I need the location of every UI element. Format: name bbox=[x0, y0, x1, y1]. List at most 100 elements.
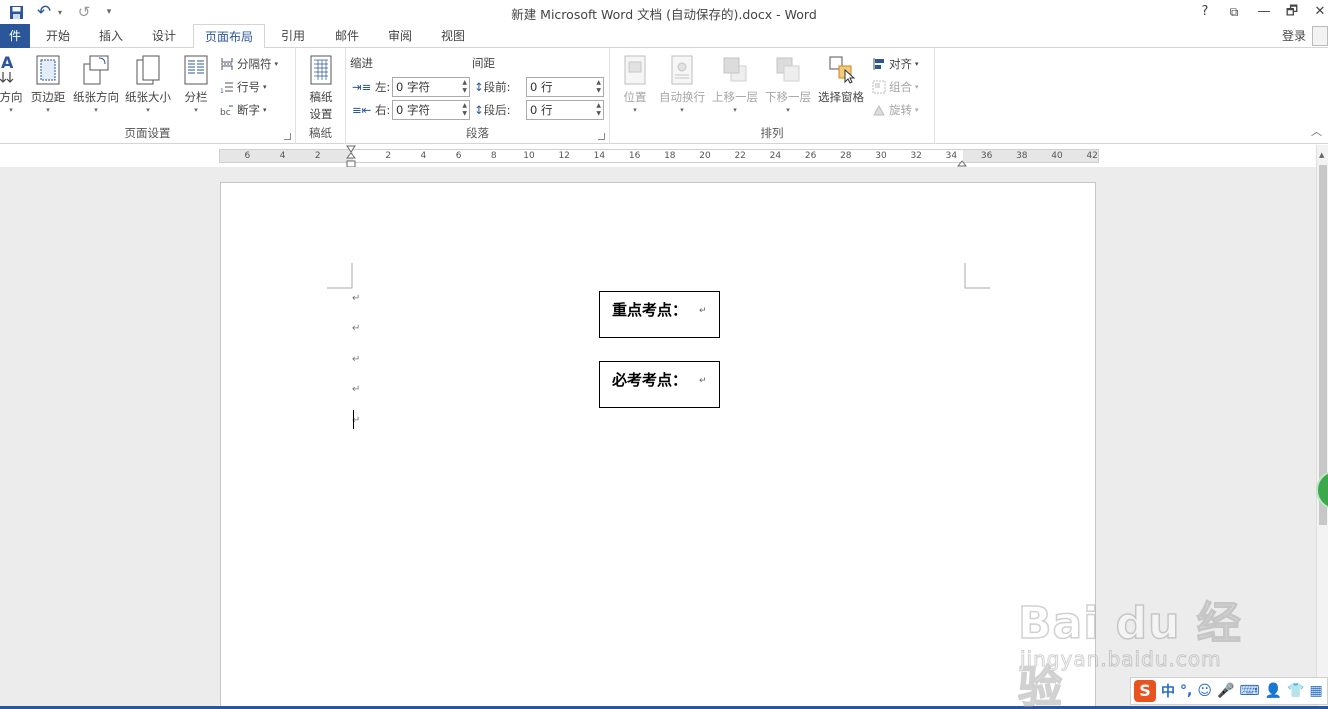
wrap-text-icon bbox=[668, 54, 696, 86]
margins-button[interactable]: 页边距 ▾ bbox=[28, 54, 68, 114]
ruler-tick-label: 32 bbox=[910, 151, 922, 161]
align-button[interactable]: 对齐 ▾ bbox=[872, 56, 919, 72]
svg-text:A: A bbox=[1, 54, 14, 72]
ruler-tick-label: 10 bbox=[523, 151, 535, 161]
scrollbar-thumb[interactable] bbox=[1319, 165, 1327, 525]
send-backward-button[interactable]: 下移一层 ▾ bbox=[762, 54, 814, 114]
breaks-button[interactable]: 分隔符 ▾ bbox=[220, 56, 278, 72]
group-manuscript: 稿纸 设置 稿纸 bbox=[296, 48, 346, 144]
ruler-tick-label: 12 bbox=[558, 151, 570, 161]
ime-skin-icon[interactable]: 👕 bbox=[1287, 683, 1304, 699]
wrap-text-button[interactable]: 自动换行 ▾ bbox=[656, 54, 708, 114]
group-label-paragraph: 段落 bbox=[466, 126, 489, 140]
indent-left-spinner-icon[interactable]: ▲ ▼ bbox=[462, 79, 467, 95]
ruler-tick-label: 4 bbox=[420, 151, 427, 161]
ime-keyboard-icon[interactable]: ⌨ bbox=[1239, 683, 1259, 699]
orientation-button[interactable]: 纸张方向 ▾ bbox=[72, 54, 120, 114]
tab-file[interactable]: 件 bbox=[0, 24, 30, 48]
ribbon-display-options-icon[interactable]: ⧉ bbox=[1222, 2, 1246, 22]
bring-forward-button[interactable]: 上移一层 ▾ bbox=[710, 54, 760, 114]
scroll-up-icon[interactable]: ▲ bbox=[1319, 151, 1324, 159]
tab-home[interactable]: 开始 bbox=[38, 24, 78, 48]
top-right-margin-corner bbox=[964, 263, 990, 289]
textbox-must-test-points-text[interactable]: 必考考点： bbox=[612, 369, 687, 390]
group-objects-button[interactable]: 组合 ▾ bbox=[872, 79, 919, 95]
sogou-logo-icon[interactable]: S bbox=[1134, 680, 1156, 702]
paragraph-mark: ↵ bbox=[699, 376, 707, 386]
spacing-after-input[interactable]: 0 行 ▲ ▼ bbox=[526, 100, 604, 120]
ime-punctuation-icon[interactable]: °, bbox=[1180, 683, 1192, 699]
spacing-after-spinner-icon[interactable]: ▲ ▼ bbox=[596, 102, 601, 118]
document-page[interactable]: ↵ ↵ ↵ ↵ ↵ 重点考点： ↵ 必考考点： ↵ bbox=[220, 182, 1096, 706]
line-numbers-icon: 1 bbox=[220, 80, 234, 95]
group-arrange: 位置 ▾ 自动换行 ▾ 上移一层 ▾ 下移一层 ▾ 选择窗格 对齐 ▾ 组合 ▾… bbox=[610, 48, 935, 144]
tab-references[interactable]: 引用 bbox=[272, 24, 314, 48]
svg-text:bc: bc bbox=[220, 108, 231, 117]
rotate-icon bbox=[872, 103, 886, 117]
ruler-area: 6 4 2 2 4 6 8 10 12 14 16 18 20 22 24 26 28 30 32 34 36 38 40 4… bbox=[0, 145, 1316, 168]
vertical-scrollbar[interactable]: ▲ bbox=[1316, 145, 1328, 706]
tab-mailings[interactable]: 邮件 bbox=[326, 24, 368, 48]
position-button[interactable]: 位置 ▾ bbox=[618, 54, 652, 114]
top-left-margin-corner bbox=[327, 263, 353, 289]
title-bar: ↶ ▾ ↺ ▾ 新建 Microsoft Word 文档 (自动保存的).doc… bbox=[0, 0, 1328, 24]
restore-button[interactable]: 🗗 bbox=[1280, 2, 1304, 22]
text-direction-button[interactable]: A 方向 ▾ bbox=[0, 53, 26, 114]
watermark-url: jingyan.baidu.com bbox=[1020, 647, 1222, 672]
textbox-key-points[interactable]: 重点考点： ↵ bbox=[599, 291, 720, 338]
ruler-tick-label: 8 bbox=[490, 151, 497, 161]
help-button[interactable]: ? bbox=[1193, 2, 1217, 22]
textbox-must-test-points[interactable]: 必考考点： ↵ bbox=[599, 361, 720, 408]
textbox-key-points-text[interactable]: 重点考点： bbox=[612, 299, 687, 320]
text-direction-icon: A bbox=[0, 53, 25, 86]
ruler-tick-label: 18 bbox=[664, 151, 676, 161]
ruler-tick-label: 30 bbox=[875, 151, 887, 161]
indent-right-icon: ≡⇤ bbox=[352, 103, 372, 117]
collapse-ribbon-icon[interactable]: ︿ bbox=[1311, 123, 1322, 139]
login-link[interactable]: 登录 bbox=[1282, 24, 1306, 48]
paper-size-button[interactable]: 纸张大小 ▾ bbox=[124, 54, 172, 114]
ime-emoji-icon[interactable]: ☺ bbox=[1197, 683, 1212, 699]
ime-user-icon[interactable]: 👤 bbox=[1265, 683, 1282, 699]
ruler-tick-label: 4 bbox=[279, 151, 286, 161]
indent-left-input[interactable]: 0 字符 ▲ ▼ bbox=[392, 77, 470, 97]
tab-review[interactable]: 审阅 bbox=[379, 24, 421, 48]
paragraph-mark: ↵ bbox=[699, 306, 707, 316]
spacing-after-icon: ↕ bbox=[474, 103, 484, 117]
ruler-tick-label: 26 bbox=[804, 151, 817, 161]
ruler-tick-label: 40 bbox=[1051, 151, 1063, 161]
orientation-icon bbox=[82, 54, 110, 86]
ruler-tick-label: 36 bbox=[980, 151, 993, 161]
page-setup-dialog-launcher-icon[interactable] bbox=[284, 133, 291, 140]
ribbon-tabs: 件 开始 插入 设计 页面布局 引用 邮件 审阅 视图 登录 bbox=[0, 24, 1328, 49]
account-avatar-icon[interactable] bbox=[1312, 26, 1328, 46]
ime-voice-icon[interactable]: 🎤 bbox=[1217, 683, 1234, 699]
tab-page-layout[interactable]: 页面布局 bbox=[193, 24, 265, 49]
indent-heading: 缩进 bbox=[350, 56, 373, 70]
tab-insert[interactable]: 插入 bbox=[90, 24, 132, 48]
selection-pane-button[interactable]: 选择窗格 bbox=[816, 54, 866, 105]
close-button[interactable]: ✕ bbox=[1308, 2, 1328, 22]
ime-tools-icon[interactable]: ▦ bbox=[1309, 683, 1322, 699]
spacing-before-input[interactable]: 0 行 ▲ ▼ bbox=[526, 77, 604, 97]
ime-chinese-mode[interactable]: 中 bbox=[1161, 681, 1175, 701]
group-label-page-setup: 页面设置 bbox=[124, 126, 171, 140]
indent-right-spinner-icon[interactable]: ▲ ▼ bbox=[462, 102, 467, 118]
tab-view[interactable]: 视图 bbox=[432, 24, 474, 48]
spacing-before-spinner-icon[interactable]: ▲ ▼ bbox=[596, 79, 601, 95]
align-icon bbox=[872, 57, 886, 71]
manuscript-settings-button[interactable]: 稿纸 设置 bbox=[302, 54, 340, 122]
paragraph-dialog-launcher-icon[interactable] bbox=[598, 133, 605, 140]
ruler-tick-label: 38 bbox=[1016, 151, 1028, 161]
group-page-setup: A 方向 ▾ 页边距 ▾ 纸张方向 ▾ 纸张大小 ▾ 分栏 ▾ 分隔符 ▾ 1 … bbox=[0, 48, 296, 144]
hyphenation-button[interactable]: bc 断字 ▾ bbox=[220, 102, 267, 118]
ruler-tick-label: 2 bbox=[314, 151, 321, 161]
indent-right-input[interactable]: 0 字符 ▲ ▼ bbox=[392, 100, 470, 120]
ruler-tick-label: 16 bbox=[628, 151, 641, 161]
rotate-button[interactable]: 旋转 ▾ bbox=[872, 102, 919, 118]
bring-forward-icon bbox=[721, 54, 749, 86]
minimize-button[interactable]: — bbox=[1252, 2, 1276, 22]
line-numbers-button[interactable]: 1 行号 ▾ bbox=[220, 79, 267, 95]
columns-button[interactable]: 分栏 ▾ bbox=[180, 54, 212, 114]
tab-design[interactable]: 设计 bbox=[143, 24, 185, 48]
